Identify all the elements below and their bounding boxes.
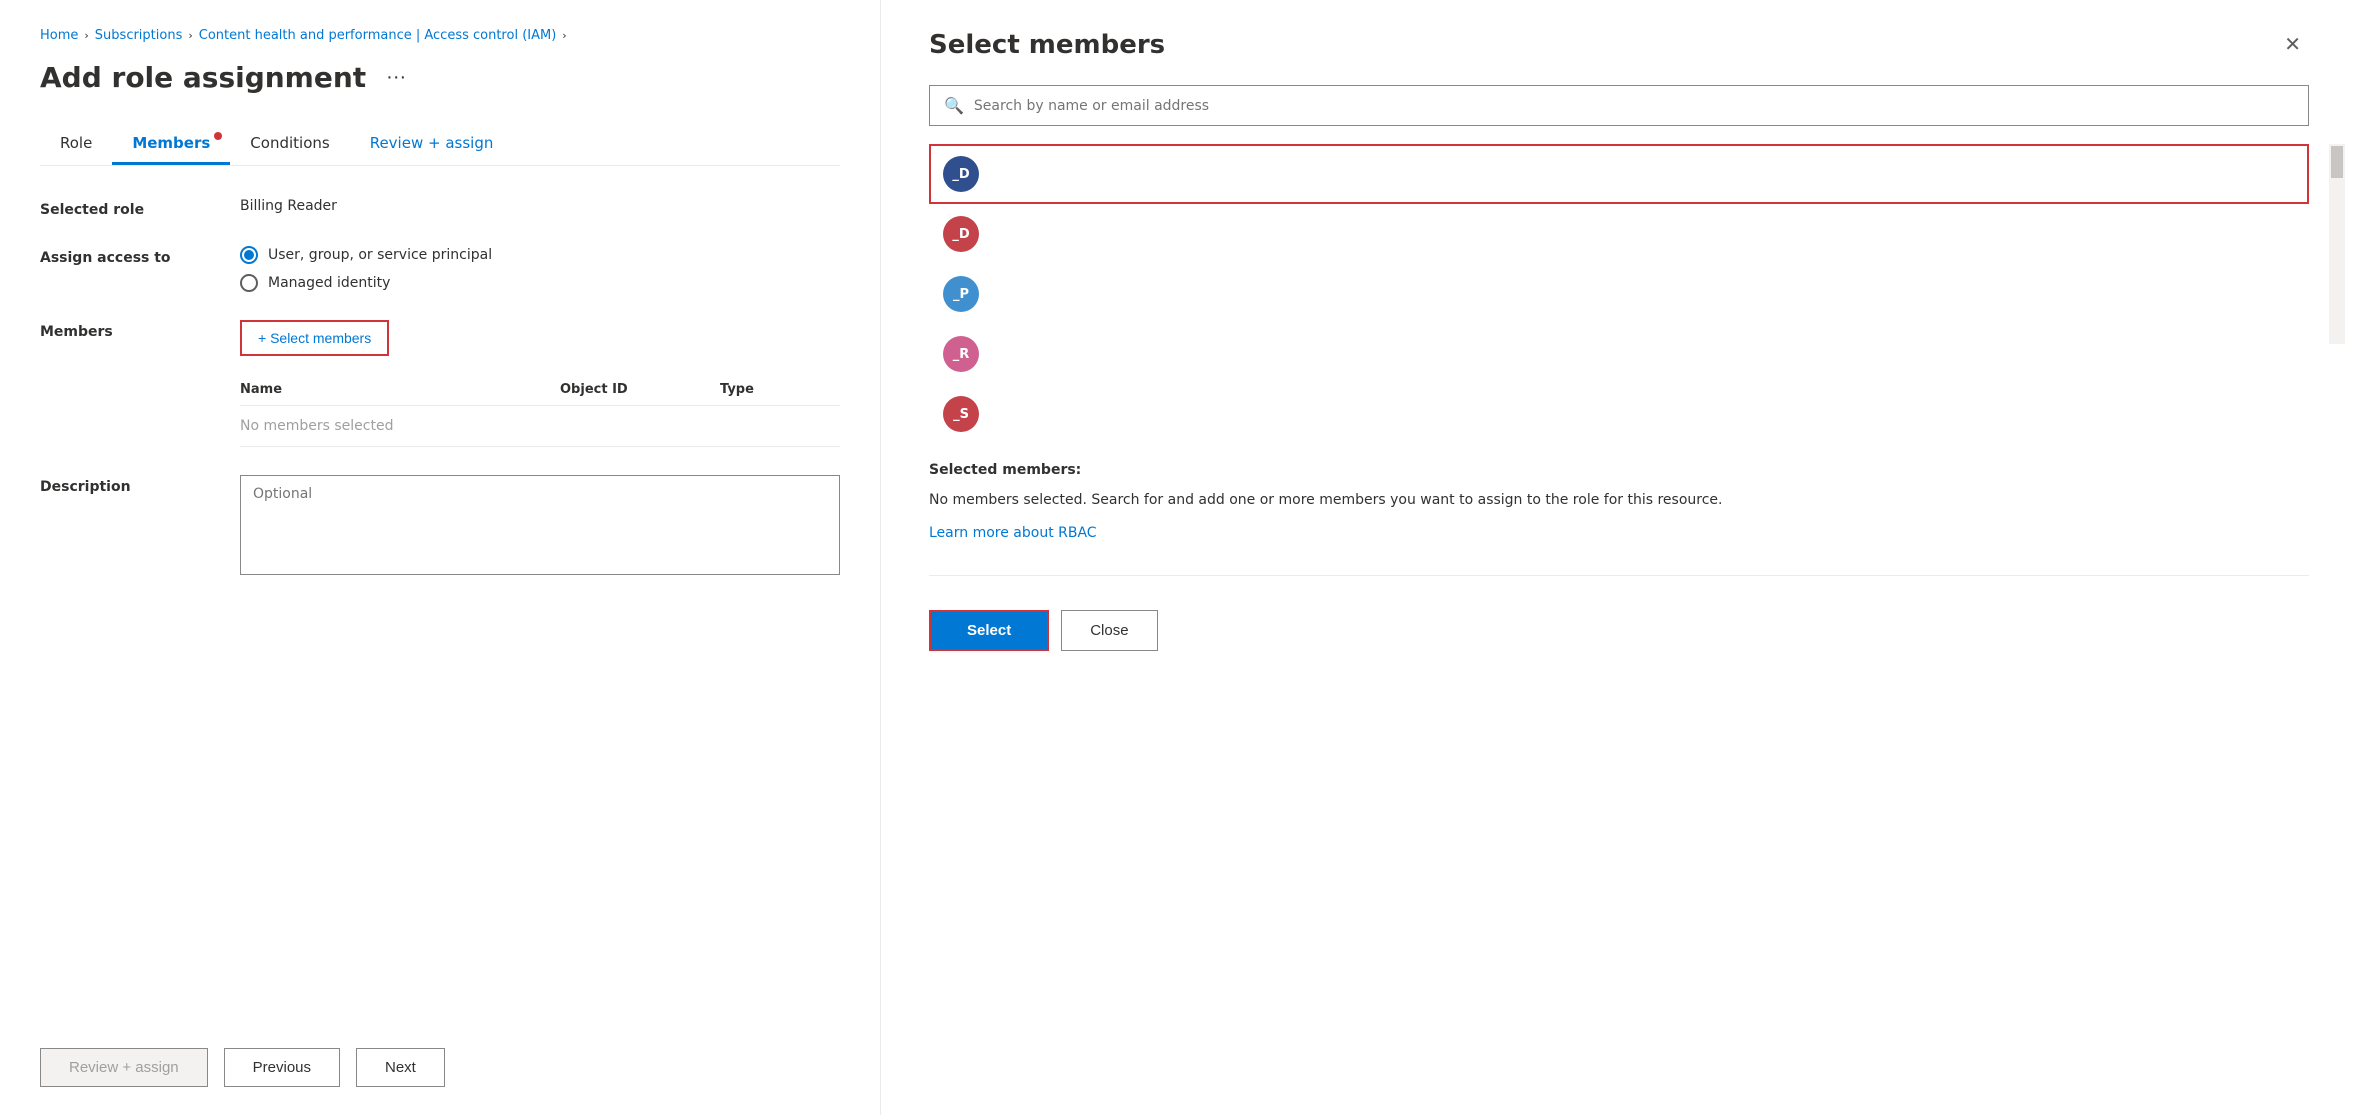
radio-label-user: User, group, or service principal bbox=[268, 247, 492, 263]
members-row: Members + Select members Name Object ID … bbox=[40, 320, 840, 447]
assign-access-value: User, group, or service principal Manage… bbox=[240, 246, 840, 292]
radio-circle-managed bbox=[240, 274, 258, 292]
radio-managed[interactable]: Managed identity bbox=[240, 274, 840, 292]
breadcrumb-sep-2: › bbox=[188, 29, 192, 42]
member-list: _D _D _P _R _S bbox=[929, 144, 2309, 444]
selected-role-label: Selected role bbox=[40, 198, 240, 218]
th-object-id: Object ID bbox=[560, 382, 720, 397]
description-value bbox=[240, 475, 840, 579]
member-item-d2[interactable]: _D bbox=[929, 204, 2309, 264]
review-assign-button[interactable]: Review + assign bbox=[40, 1048, 208, 1087]
scrollbar-track[interactable] bbox=[2329, 144, 2345, 344]
selected-members-label: Selected members: bbox=[929, 462, 2309, 478]
close-action-button[interactable]: Close bbox=[1061, 610, 1157, 651]
members-dot bbox=[214, 132, 222, 140]
list-scroll-area: _D _D _P _R _S bbox=[929, 144, 2309, 462]
search-box: 🔍 bbox=[929, 85, 2309, 126]
breadcrumb-iam[interactable]: Content health and performance | Access … bbox=[199, 28, 557, 43]
tab-conditions[interactable]: Conditions bbox=[230, 124, 349, 165]
th-name: Name bbox=[240, 382, 560, 397]
tabs-bar: Role Members Conditions Review + assign bbox=[40, 124, 840, 166]
members-table: Name Object ID Type No members selected bbox=[240, 374, 840, 447]
panel-title-row: Select members ✕ bbox=[929, 28, 2309, 61]
assign-access-row: Assign access to User, group, or service… bbox=[40, 246, 840, 292]
assign-access-label: Assign access to bbox=[40, 246, 240, 266]
panel-title: Select members bbox=[929, 30, 1165, 60]
no-members-text: No members selected. Search for and add … bbox=[929, 490, 2309, 511]
selected-role-row: Selected role Billing Reader bbox=[40, 198, 840, 218]
th-type: Type bbox=[720, 382, 840, 397]
description-textarea[interactable] bbox=[240, 475, 840, 575]
radio-circle-user bbox=[240, 246, 258, 264]
radio-group: User, group, or service principal Manage… bbox=[240, 246, 840, 292]
footer: Review + assign Previous Next bbox=[40, 1028, 840, 1115]
close-panel-button[interactable]: ✕ bbox=[2276, 28, 2309, 61]
no-members-row: No members selected bbox=[240, 406, 840, 447]
member-item-s1[interactable]: _S bbox=[929, 384, 2309, 444]
divider bbox=[929, 575, 2309, 576]
selected-role-value: Billing Reader bbox=[240, 198, 840, 214]
breadcrumb-sep-3: › bbox=[562, 29, 566, 42]
members-label: Members bbox=[40, 320, 240, 340]
next-button[interactable]: Next bbox=[356, 1048, 445, 1087]
right-panel: Select members ✕ 🔍 _D _D _P _R bbox=[881, 0, 2357, 1115]
search-input[interactable] bbox=[974, 98, 2294, 114]
selected-members-section: Selected members: No members selected. S… bbox=[929, 462, 2309, 541]
avatar-r1: _R bbox=[943, 336, 979, 372]
left-panel: Home › Subscriptions › Content health an… bbox=[0, 0, 881, 1115]
select-members-button[interactable]: + Select members bbox=[240, 320, 389, 356]
avatar-d1: _D bbox=[943, 156, 979, 192]
radio-label-managed: Managed identity bbox=[268, 275, 390, 291]
member-item-r1[interactable]: _R bbox=[929, 324, 2309, 384]
previous-button[interactable]: Previous bbox=[224, 1048, 340, 1087]
tab-role[interactable]: Role bbox=[40, 124, 112, 165]
panel-footer: Select Close bbox=[929, 610, 2309, 651]
members-value: + Select members Name Object ID Type No … bbox=[240, 320, 840, 447]
ellipsis-button[interactable]: ··· bbox=[380, 64, 412, 91]
avatar-d2: _D bbox=[943, 216, 979, 252]
scrollbar-thumb bbox=[2331, 146, 2343, 178]
learn-more-link[interactable]: Learn more about RBAC bbox=[929, 525, 1097, 541]
avatar-s1: _S bbox=[943, 396, 979, 432]
breadcrumb-subscriptions[interactable]: Subscriptions bbox=[95, 28, 183, 43]
radio-user-group[interactable]: User, group, or service principal bbox=[240, 246, 840, 264]
breadcrumb-sep-1: › bbox=[84, 29, 88, 42]
member-item-d1[interactable]: _D bbox=[929, 144, 2309, 204]
description-row: Description bbox=[40, 475, 840, 579]
member-item-p1[interactable]: _P bbox=[929, 264, 2309, 324]
description-label: Description bbox=[40, 475, 240, 495]
tab-members[interactable]: Members bbox=[112, 124, 230, 165]
avatar-p1: _P bbox=[943, 276, 979, 312]
table-header: Name Object ID Type bbox=[240, 374, 840, 406]
page-title-row: Add role assignment ··· bbox=[40, 61, 840, 94]
select-button[interactable]: Select bbox=[929, 610, 1049, 651]
breadcrumb-home[interactable]: Home bbox=[40, 28, 78, 43]
tab-review[interactable]: Review + assign bbox=[350, 124, 514, 165]
search-icon: 🔍 bbox=[944, 96, 964, 115]
breadcrumb: Home › Subscriptions › Content health an… bbox=[40, 28, 840, 43]
page-title: Add role assignment bbox=[40, 61, 366, 94]
